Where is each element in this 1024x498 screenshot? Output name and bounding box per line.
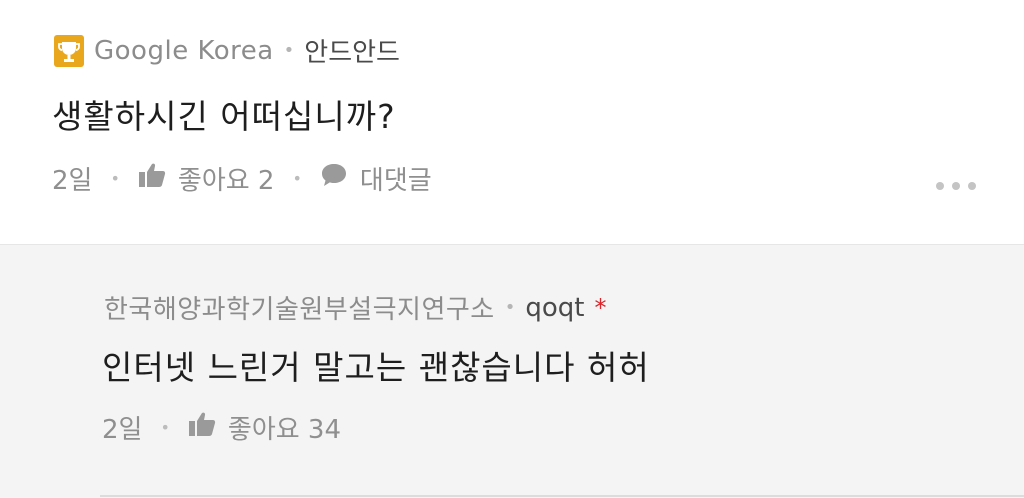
separator-dot: •: [283, 40, 295, 61]
comment-item: Google Korea • 안드안드 생활하시긴 어떠십니까? 2일 • 좋아…: [0, 0, 1024, 244]
reply-time: 2일: [102, 415, 143, 445]
divider: [100, 495, 1024, 497]
more-dot: [952, 182, 960, 190]
reply-meta: 한국해양과학기술원부설극지연구소 • qoqt *: [104, 289, 606, 326]
comment-time: 2일: [52, 166, 93, 196]
comment-nickname[interactable]: 안드안드: [304, 32, 400, 69]
reply-text: 인터넷 느린거 말고는 괜찮습니다 허허: [102, 348, 650, 387]
reply-label: 대댓글: [359, 166, 432, 196]
speech-bubble-icon: [320, 162, 348, 195]
reply-item: 한국해양과학기술원부설극지연구소 • qoqt * 인터넷 느린거 말고는 괜찮…: [0, 244, 1024, 498]
more-dots-icon[interactable]: [936, 178, 976, 194]
separator-dot: •: [160, 418, 170, 437]
author-star-mark: *: [594, 293, 607, 322]
reply-button[interactable]: 대댓글: [320, 160, 432, 197]
reply-author[interactable]: 한국해양과학기술원부설극지연구소: [104, 289, 495, 326]
reply-actions: 2일 • 좋아요 34: [102, 409, 341, 446]
thumbs-up-icon: [188, 411, 216, 444]
trophy-icon: [54, 34, 84, 67]
more-dot: [968, 182, 976, 190]
comment-text: 생활하시긴 어떠십니까?: [52, 97, 396, 136]
comment-actions: 2일 • 좋아요 2 • 대댓글: [52, 160, 432, 197]
reply-nickname[interactable]: qoqt: [525, 293, 584, 323]
like-button[interactable]: 좋아요 34: [188, 409, 341, 446]
separator-dot: •: [504, 297, 516, 318]
separator-dot: •: [110, 169, 120, 188]
separator-dot: •: [292, 169, 302, 188]
like-label: 좋아요 34: [227, 415, 342, 445]
like-button[interactable]: 좋아요 2: [138, 160, 275, 197]
comment-author[interactable]: Google Korea: [94, 36, 274, 66]
thumbs-up-icon: [138, 162, 166, 195]
comment-meta: Google Korea • 안드안드: [54, 32, 400, 69]
more-dot: [936, 182, 944, 190]
like-label: 좋아요 2: [177, 166, 275, 196]
